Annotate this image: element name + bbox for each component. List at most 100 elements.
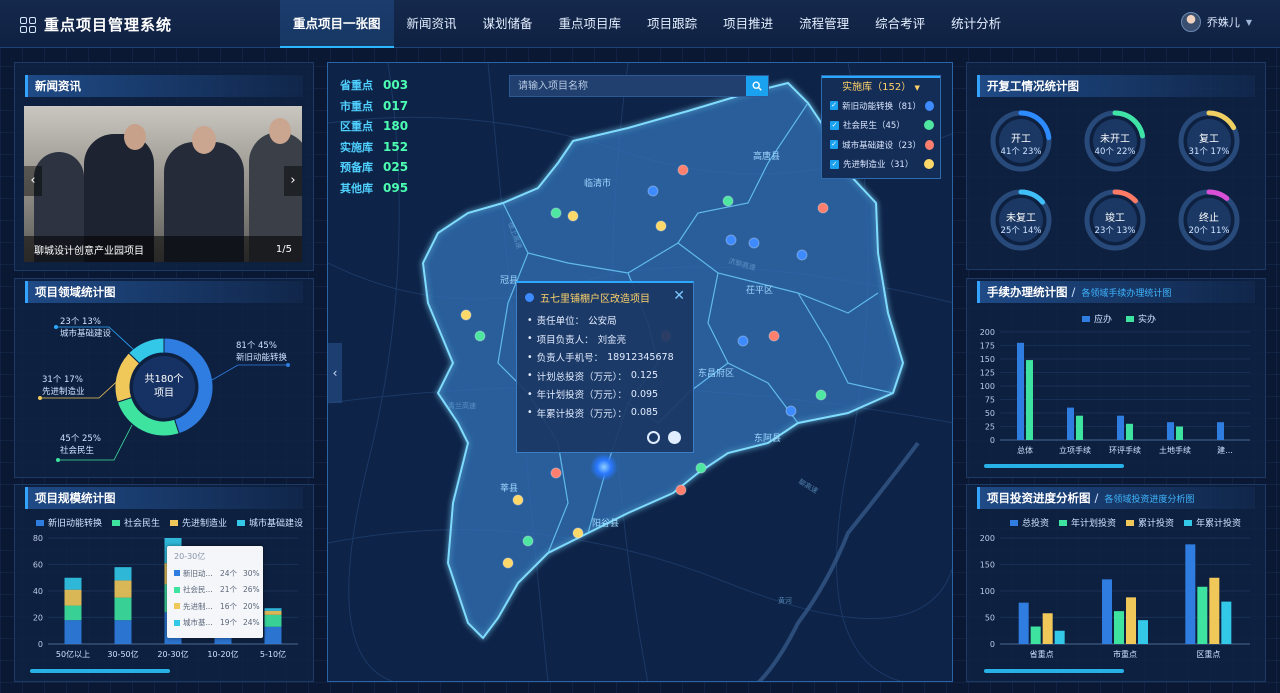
ring-label: 复工 31个 17% xyxy=(1177,130,1241,157)
layer-filter: 实施库（152） ▼ ✓ 新旧动能转换（81） ✓ 社会民生（45） ✓ 城市基础建设… xyxy=(821,75,941,179)
bar-segment xyxy=(264,626,282,644)
x-tick-label: 土地手续 xyxy=(1159,445,1191,455)
avatar xyxy=(1180,12,1201,32)
collapse-left-button[interactable]: ‹ xyxy=(328,343,342,403)
popup-title: 五七里铺棚户区改造项目 xyxy=(540,293,650,305)
donut-label-name: 先进制造业 xyxy=(42,386,85,397)
color-dot xyxy=(924,100,934,111)
chart-tooltip: 20-30亿 新旧动... 24个 30% 社会民... 21个 26% 先进制... 1… xyxy=(167,546,263,638)
ring-status-name: 终止 xyxy=(1199,213,1219,224)
y-tick-label: 0 xyxy=(990,640,995,649)
y-tick-label: 175 xyxy=(980,342,995,351)
legend-item[interactable]: 新旧动能转换 xyxy=(36,516,102,529)
count-row[interactable]: 实施库 152 xyxy=(340,137,408,158)
project-marker xyxy=(512,494,524,506)
bar xyxy=(1067,407,1074,440)
count-row[interactable]: 预备库 025 xyxy=(340,157,408,178)
checkbox-checked[interactable]: ✓ xyxy=(830,101,839,111)
ring-label: 竣工 23个 13% xyxy=(1083,209,1147,236)
nav-tab-tracking[interactable]: 项目跟踪 xyxy=(634,0,710,48)
search-input[interactable] xyxy=(510,76,748,96)
project-marker xyxy=(502,557,514,569)
news-image[interactable]: ‹ › 聊城设计创意产业园项目 1/5 xyxy=(24,106,302,262)
checkbox-checked[interactable]: ✓ xyxy=(830,120,839,130)
bar-segment xyxy=(64,577,82,590)
legend-item[interactable]: 总投资 xyxy=(1010,516,1049,529)
donut-label-value: 45个 25% xyxy=(60,434,101,444)
nav-tab-project-library[interactable]: 重点项目库 xyxy=(546,0,635,48)
x-tick-label: 市重点 xyxy=(1113,649,1137,659)
news-caption[interactable]: 聊城设计创意产业园项目 xyxy=(34,242,144,257)
bar-segment xyxy=(264,614,282,627)
count-row[interactable]: 其他库 095 xyxy=(340,178,408,199)
nav-tab-statistics[interactable]: 统计分析 xyxy=(938,0,1014,48)
y-tick-label: 150 xyxy=(980,561,995,570)
ring-status-value: 41个 23% xyxy=(1000,147,1042,157)
locate-icon[interactable] xyxy=(647,431,660,444)
project-marker xyxy=(695,462,707,474)
main-nav: 重点项目一张图 新闻资讯 谋划储备 重点项目库 项目跟踪 项目推进 流程管理 综… xyxy=(280,0,1014,48)
project-marker xyxy=(550,467,562,479)
checkbox-checked[interactable]: ✓ xyxy=(830,159,839,169)
procedure-chart-scrollbar[interactable] xyxy=(984,464,1124,468)
legend-item[interactable]: 实办 xyxy=(1126,312,1156,325)
y-tick-label: 0 xyxy=(990,436,995,445)
resume-panel-title: 开复工情况统计图 xyxy=(977,75,1255,97)
project-marker xyxy=(675,484,687,496)
video-camera-icon[interactable] xyxy=(668,431,681,444)
road-label: 聊高速 xyxy=(797,477,820,495)
x-tick-label: 总体 xyxy=(1017,445,1033,455)
tooltip-row: 先进制... 16个 20% xyxy=(167,598,263,615)
layer-option[interactable]: ✓ 城市基础建设（23） xyxy=(822,135,940,155)
bar xyxy=(1185,544,1196,644)
checkbox-checked[interactable]: ✓ xyxy=(830,140,839,150)
count-row[interactable]: 区重点 180 xyxy=(340,116,408,137)
project-marker xyxy=(748,237,760,249)
region-label: 高唐县 xyxy=(753,150,780,162)
legend-item[interactable]: 累计投资 xyxy=(1126,516,1174,529)
legend-item[interactable]: 应办 xyxy=(1082,312,1112,325)
x-tick-label: 区重点 xyxy=(1196,649,1220,659)
layer-option[interactable]: ✓ 先进制造业（31） xyxy=(822,155,940,175)
region-label: 临清市 xyxy=(584,177,611,189)
y-tick-label: 75 xyxy=(985,396,995,405)
legend-item[interactable]: 年累计投资 xyxy=(1184,516,1241,529)
invest-chart-scrollbar[interactable] xyxy=(984,669,1124,673)
search-icon xyxy=(752,81,762,91)
legend-item[interactable]: 社会民生 xyxy=(112,516,160,529)
prev-slide-button[interactable]: ‹ xyxy=(24,166,42,196)
nav-tab-evaluation[interactable]: 综合考评 xyxy=(862,0,938,48)
count-row[interactable]: 市重点 017 xyxy=(340,96,408,117)
user-name: 乔姝儿 xyxy=(1206,16,1240,29)
legend-item[interactable]: 城市基础建设 xyxy=(237,516,303,529)
donut-center-line1: 共180个 xyxy=(144,373,183,385)
nav-tab-planning[interactable]: 谋划储备 xyxy=(470,0,546,48)
app-logo[interactable]: 重点项目管理系统 xyxy=(20,14,172,35)
selected-project-marker[interactable] xyxy=(590,453,618,481)
user-menu[interactable]: 乔姝儿 ▼ xyxy=(1180,12,1252,32)
nav-tab-map[interactable]: 重点项目一张图 xyxy=(280,0,394,48)
search-button[interactable] xyxy=(746,76,768,96)
project-marker xyxy=(460,309,472,321)
ring-status-name: 开工 xyxy=(1011,134,1031,145)
ring-status-value: 23个 13% xyxy=(1094,226,1136,236)
y-tick-label: 200 xyxy=(980,534,995,543)
nav-tab-workflow[interactable]: 流程管理 xyxy=(786,0,862,48)
layer-option[interactable]: ✓ 新旧动能转换（81） xyxy=(822,96,940,116)
layer-option[interactable]: ✓ 社会民生（45） xyxy=(822,116,940,136)
count-row[interactable]: 省重点 003 xyxy=(340,75,408,96)
scale-bar-chart: 0 20 40 60 80 50亿以上 30-50亿 20-30亿 10-20亿 5-10亿 xyxy=(33,534,298,659)
x-tick-label: 20-30亿 xyxy=(157,649,188,659)
bar xyxy=(1197,586,1208,644)
nav-tab-promotion[interactable]: 项目推进 xyxy=(710,0,786,48)
legend-item[interactable]: 年计划投资 xyxy=(1059,516,1116,529)
close-icon[interactable]: ✕ xyxy=(673,288,685,304)
scale-chart-scrollbar[interactable] xyxy=(30,669,170,673)
layer-filter-header[interactable]: 实施库（152） ▼ xyxy=(822,76,940,96)
bar xyxy=(1102,579,1112,644)
legend-item[interactable]: 先进制造业 xyxy=(170,516,227,529)
nav-tab-news[interactable]: 新闻资讯 xyxy=(394,0,470,48)
next-slide-button[interactable]: › xyxy=(284,166,302,196)
popup-row: • 计划总投资（万元）： 0.125 xyxy=(527,370,659,383)
donut-label-name: 城市基础建设 xyxy=(60,328,112,339)
